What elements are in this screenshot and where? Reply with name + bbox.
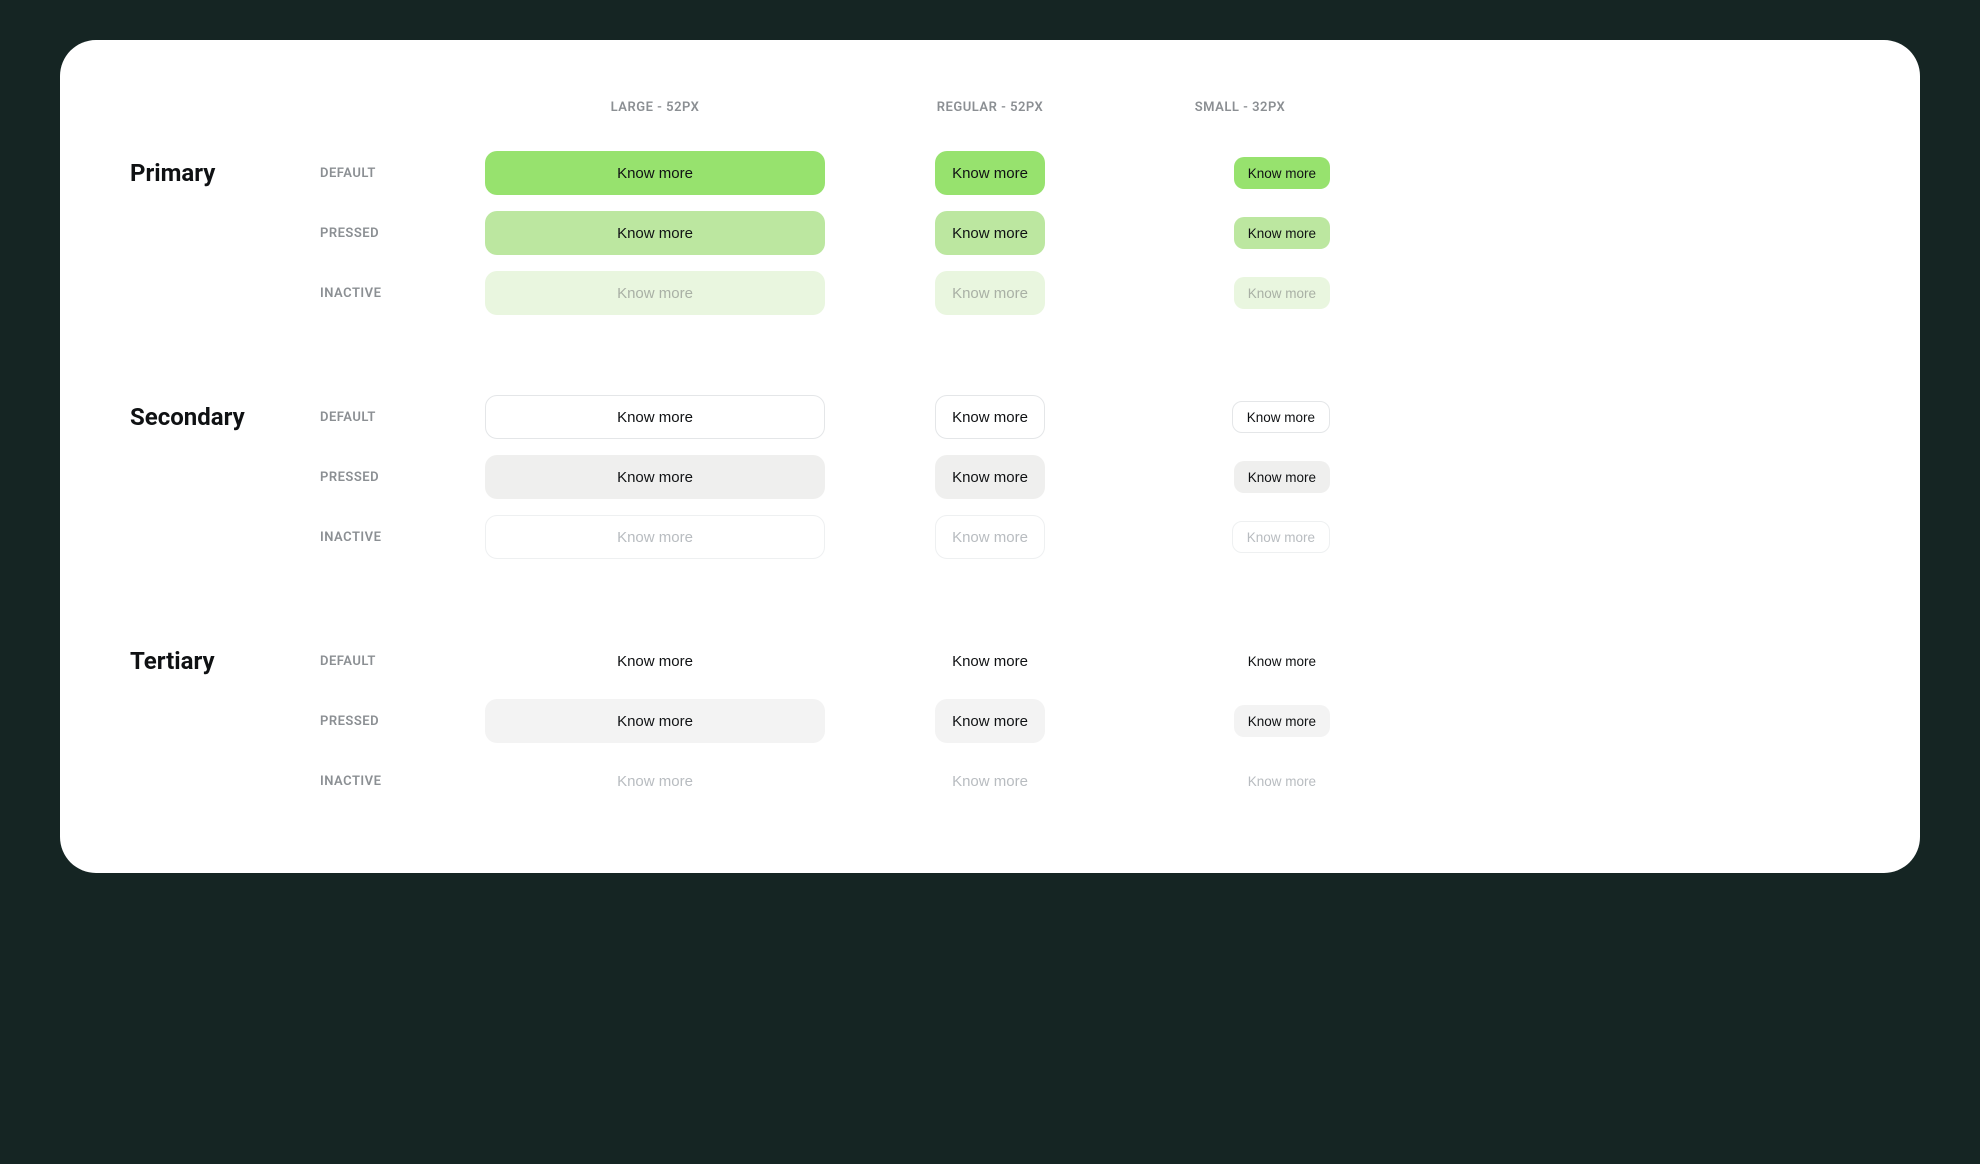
row-secondary-default: Secondary DEFAULT Know more Know more Kn… xyxy=(130,395,1840,439)
state-label: PRESSED xyxy=(320,226,460,241)
row-primary-inactive: INACTIVE Know more Know more Know more xyxy=(130,271,1840,315)
primary-inactive-large-button: Know more xyxy=(485,271,825,315)
cell-large: Know more xyxy=(480,515,830,559)
cell-regular: Know more xyxy=(850,211,1130,255)
secondary-pressed-small-button[interactable]: Know more xyxy=(1234,461,1330,493)
tertiary-inactive-small-button: Know more xyxy=(1234,765,1330,797)
primary-default-small-button[interactable]: Know more xyxy=(1234,157,1330,189)
tertiary-default-small-button[interactable]: Know more xyxy=(1234,645,1330,677)
col-header-small: SMALL - 32PX xyxy=(1150,100,1330,115)
state-label: INACTIVE xyxy=(320,774,460,789)
variant-tertiary: Tertiary DEFAULT Know more Know more Kno… xyxy=(130,639,1840,803)
variant-primary: Primary DEFAULT Know more Know more Know… xyxy=(130,151,1840,315)
button-spec-card: LARGE - 52PX REGULAR - 52PX SMALL - 32PX… xyxy=(60,40,1920,873)
cell-regular: Know more xyxy=(850,639,1130,683)
cell-large: Know more xyxy=(480,395,830,439)
primary-pressed-large-button[interactable]: Know more xyxy=(485,211,825,255)
row-primary-pressed: PRESSED Know more Know more Know more xyxy=(130,211,1840,255)
secondary-default-large-button[interactable]: Know more xyxy=(485,395,825,439)
primary-pressed-small-button[interactable]: Know more xyxy=(1234,217,1330,249)
row-secondary-pressed: PRESSED Know more Know more Know more xyxy=(130,455,1840,499)
row-primary-default: Primary DEFAULT Know more Know more Know… xyxy=(130,151,1840,195)
cell-large: Know more xyxy=(480,639,830,683)
state-label: PRESSED xyxy=(320,470,460,485)
tertiary-default-regular-button[interactable]: Know more xyxy=(935,639,1045,683)
column-headers: LARGE - 52PX REGULAR - 52PX SMALL - 32PX xyxy=(130,100,1840,115)
state-label: DEFAULT xyxy=(320,410,460,425)
tertiary-pressed-regular-button[interactable]: Know more xyxy=(935,699,1045,743)
state-label: PRESSED xyxy=(320,714,460,729)
secondary-default-small-button[interactable]: Know more xyxy=(1232,401,1330,433)
primary-default-regular-button[interactable]: Know more xyxy=(935,151,1045,195)
tertiary-default-large-button[interactable]: Know more xyxy=(485,639,825,683)
primary-inactive-regular-button: Know more xyxy=(935,271,1045,315)
tertiary-inactive-regular-button: Know more xyxy=(935,759,1045,803)
cell-small: Know more xyxy=(1150,765,1330,797)
state-label: DEFAULT xyxy=(320,166,460,181)
tertiary-pressed-large-button[interactable]: Know more xyxy=(485,699,825,743)
secondary-pressed-regular-button[interactable]: Know more xyxy=(935,455,1045,499)
variant-title: Primary xyxy=(130,159,300,187)
cell-regular: Know more xyxy=(850,151,1130,195)
tertiary-pressed-small-button[interactable]: Know more xyxy=(1234,705,1330,737)
primary-default-large-button[interactable]: Know more xyxy=(485,151,825,195)
cell-regular: Know more xyxy=(850,699,1130,743)
row-tertiary-pressed: PRESSED Know more Know more Know more xyxy=(130,699,1840,743)
variant-title: Tertiary xyxy=(130,647,300,675)
cell-small: Know more xyxy=(1150,705,1330,737)
cell-large: Know more xyxy=(480,271,830,315)
primary-inactive-small-button: Know more xyxy=(1234,277,1330,309)
cell-regular: Know more xyxy=(850,759,1130,803)
state-label: INACTIVE xyxy=(320,286,460,301)
cell-large: Know more xyxy=(480,699,830,743)
cell-large: Know more xyxy=(480,211,830,255)
state-label: DEFAULT xyxy=(320,654,460,669)
cell-large: Know more xyxy=(480,151,830,195)
secondary-inactive-large-button: Know more xyxy=(485,515,825,559)
cell-regular: Know more xyxy=(850,455,1130,499)
cell-regular: Know more xyxy=(850,271,1130,315)
cell-regular: Know more xyxy=(850,395,1130,439)
secondary-inactive-regular-button: Know more xyxy=(935,515,1045,559)
spacer xyxy=(130,100,300,115)
state-label: INACTIVE xyxy=(320,530,460,545)
cell-small: Know more xyxy=(1150,401,1330,433)
variant-title: Secondary xyxy=(130,403,300,431)
cell-large: Know more xyxy=(480,455,830,499)
spacer xyxy=(320,100,460,115)
cell-small: Know more xyxy=(1150,645,1330,677)
secondary-inactive-small-button: Know more xyxy=(1232,521,1330,553)
cell-small: Know more xyxy=(1150,277,1330,309)
cell-small: Know more xyxy=(1150,461,1330,493)
cell-small: Know more xyxy=(1150,521,1330,553)
row-secondary-inactive: INACTIVE Know more Know more Know more xyxy=(130,515,1840,559)
primary-pressed-regular-button[interactable]: Know more xyxy=(935,211,1045,255)
row-tertiary-inactive: INACTIVE Know more Know more Know more xyxy=(130,759,1840,803)
variant-secondary: Secondary DEFAULT Know more Know more Kn… xyxy=(130,395,1840,559)
col-header-large: LARGE - 52PX xyxy=(480,100,830,115)
secondary-default-regular-button[interactable]: Know more xyxy=(935,395,1045,439)
cell-regular: Know more xyxy=(850,515,1130,559)
secondary-pressed-large-button[interactable]: Know more xyxy=(485,455,825,499)
tertiary-inactive-large-button: Know more xyxy=(485,759,825,803)
col-header-regular: REGULAR - 52PX xyxy=(850,100,1130,115)
row-tertiary-default: Tertiary DEFAULT Know more Know more Kno… xyxy=(130,639,1840,683)
cell-small: Know more xyxy=(1150,157,1330,189)
cell-large: Know more xyxy=(480,759,830,803)
cell-small: Know more xyxy=(1150,217,1330,249)
